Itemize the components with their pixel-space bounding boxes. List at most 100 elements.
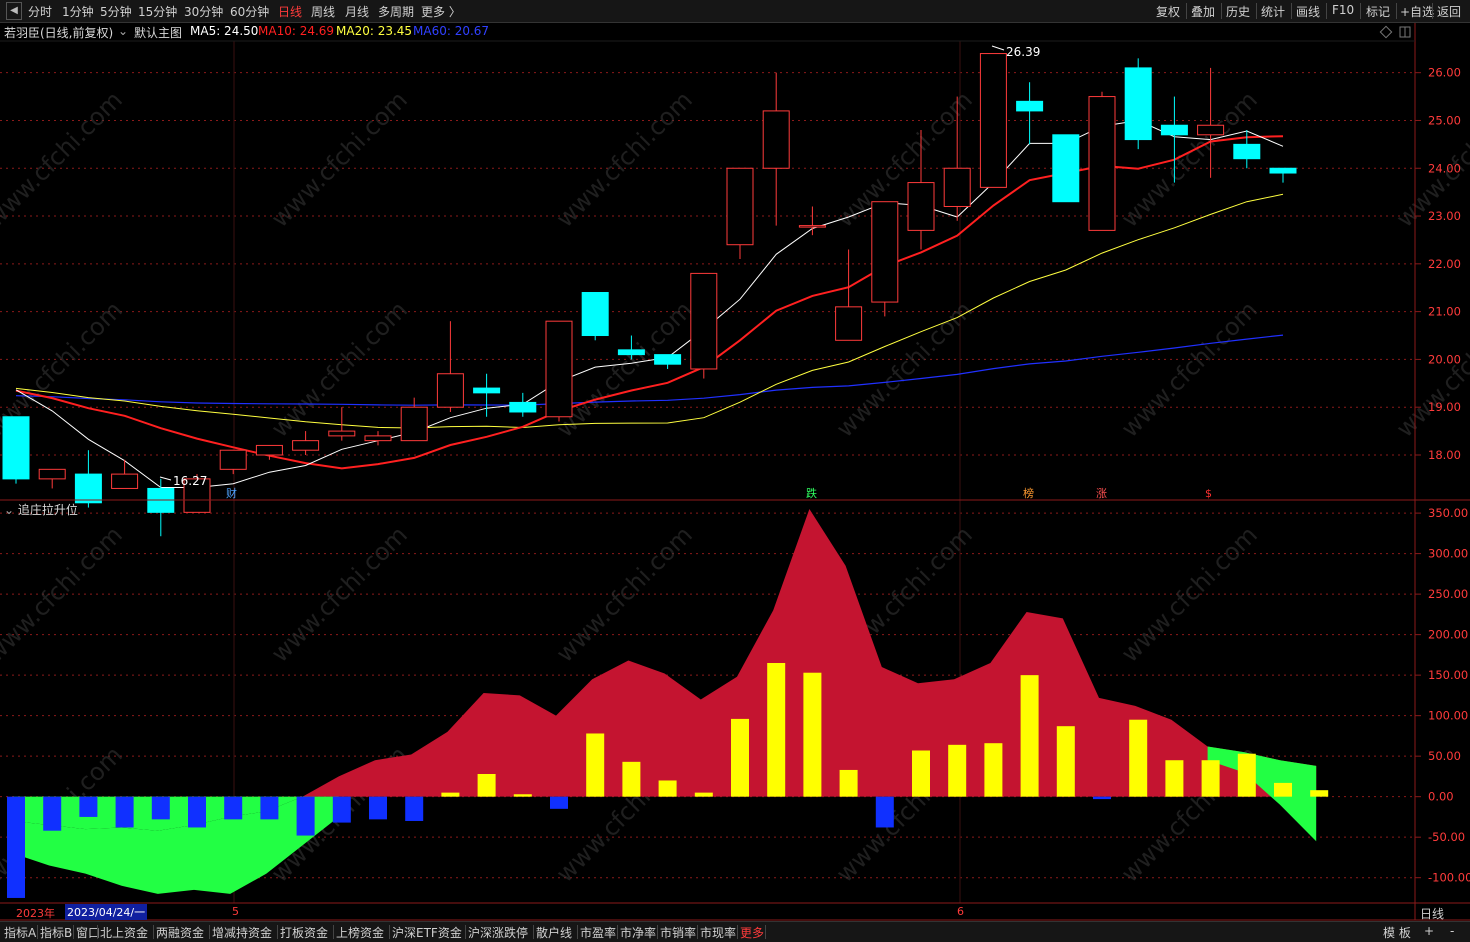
tab-divider	[333, 925, 334, 939]
cursor-date-label: 2023/04/24/一	[65, 904, 148, 920]
indicator-bar	[441, 792, 460, 797]
price-axis-label: 19.00	[1428, 400, 1461, 414]
indicator-bar	[405, 796, 424, 821]
candle-up	[400, 406, 428, 442]
indicator-tab-7[interactable]: 上榜资金	[336, 924, 384, 941]
indicator-tab-13[interactable]: 市销率	[660, 924, 696, 941]
watermark-text: www.cfchi.com	[551, 521, 698, 668]
indicator-axis: 350.00 300.00 250.00 200.00 150.00 100.00 50.0…	[1415, 506, 1470, 885]
indicator-tab-8[interactable]: 沪深ETF资金	[392, 924, 462, 941]
indicator-bar	[694, 792, 713, 797]
price-axis-label: 22.00	[1428, 257, 1461, 271]
zoom-out-button[interactable]: -	[1450, 924, 1454, 938]
indicator-tab-4[interactable]: 两融资金	[156, 924, 204, 941]
indicator-tab-14[interactable]: 市现率	[700, 924, 736, 941]
candle-up	[871, 201, 899, 303]
indicator-bar	[513, 794, 532, 797]
candle-up	[111, 473, 139, 489]
indicator-bar	[658, 780, 677, 797]
indicator-tab-6[interactable]: 打板资金	[280, 924, 328, 941]
template-button[interactable]: 模 板	[1383, 924, 1411, 941]
candle-down	[1233, 143, 1261, 160]
indicator-bar	[1310, 790, 1329, 797]
indicator-bar	[115, 796, 134, 828]
tab-divider	[153, 925, 154, 939]
event-marker-list[interactable]: 榜	[1023, 486, 1034, 500]
watermark-text: www.cfchi.com	[551, 296, 698, 443]
event-marker-rise[interactable]: 涨	[1096, 487, 1107, 500]
zoom-in-button[interactable]: +	[1424, 924, 1434, 938]
month-6-label: 6	[957, 905, 964, 918]
indicator-tab-0[interactable]: 指标A	[4, 924, 36, 941]
indicator-tab-9[interactable]: 沪深涨跌停	[468, 924, 528, 941]
indicator-bar	[803, 672, 822, 797]
candle-up	[690, 272, 718, 370]
candle-down	[1124, 67, 1152, 141]
price-axis-label: 26.00	[1428, 66, 1461, 80]
tab-divider	[465, 925, 466, 939]
indicator-bar	[586, 733, 605, 797]
indicator-tab-12[interactable]: 市净率	[620, 924, 656, 941]
tab-divider	[37, 925, 38, 939]
indicator-tab-bar: 指标A 指标B 窗口 北上资金 两融资金 增减持资金 打板资金 上榜资金 沪深ETF资金 沪深涨跌…	[0, 921, 1470, 942]
indicator-bar	[224, 796, 243, 820]
indicator-bar	[7, 796, 25, 898]
month-5-label: 5	[232, 905, 239, 918]
chevron-down-icon[interactable]: ⌄	[118, 24, 128, 38]
indicator-axis-label: 350.00	[1428, 506, 1468, 520]
indicator-axis-label: 300.00	[1428, 547, 1468, 561]
candle-up	[1197, 124, 1225, 136]
indicator-tab-3[interactable]: 北上资金	[100, 924, 148, 941]
stock-name: 若羽臣(日线,前复权)	[4, 26, 114, 40]
tab-divider	[657, 925, 658, 939]
candle-up	[292, 440, 320, 451]
candle-up	[364, 435, 392, 442]
indicator-bar	[79, 796, 98, 817]
indicator-axis-label: 150.00	[1428, 668, 1468, 682]
indicator-title[interactable]: ⌄ 追庄拉升位	[4, 501, 78, 518]
indicator-bar	[948, 744, 967, 797]
candle-up	[979, 53, 1007, 188]
candle-down	[1052, 134, 1080, 203]
tab-divider	[617, 925, 618, 939]
period-indicator: 日线	[1420, 907, 1445, 921]
candle-up	[1088, 96, 1116, 231]
price-axis-label: 21.00	[1428, 305, 1461, 319]
tab-divider	[765, 925, 766, 939]
candle-up	[255, 444, 283, 456]
tab-divider	[97, 925, 98, 939]
watermark-text: www.cfchi.com	[551, 86, 698, 233]
candle-down	[654, 354, 682, 365]
indicator-tab-15[interactable]: 更多	[740, 924, 764, 941]
indicator-tab-10[interactable]: 散户线	[536, 924, 572, 941]
indicator-bar	[1201, 760, 1220, 797]
chevron-down-icon[interactable]: ⌄	[4, 503, 14, 517]
indicator-bar	[1237, 753, 1256, 797]
indicator-tab-1[interactable]: 指标B	[40, 924, 72, 941]
indicator-bar	[188, 796, 206, 828]
indicator-bar	[767, 662, 786, 797]
indicator-tab-5[interactable]: 增减持资金	[212, 924, 272, 941]
tab-divider	[73, 925, 74, 939]
event-marker-dollar[interactable]: $	[1205, 487, 1212, 500]
price-axis-label: 18.00	[1428, 448, 1461, 462]
indicator-axis-label: 50.00	[1428, 749, 1461, 763]
indicator-axis-label: -50.00	[1428, 830, 1465, 844]
tab-divider	[389, 925, 390, 939]
tab-divider	[277, 925, 278, 939]
event-marker-drop[interactable]: 跌	[806, 486, 817, 500]
indicator-bar	[1165, 760, 1184, 797]
candle-down	[1016, 100, 1044, 112]
event-marker-finance[interactable]: 财	[226, 486, 237, 500]
indicator-tab-11[interactable]: 市盈率	[580, 924, 616, 941]
date-axis: 2023年 2023/04/24/一 5 6	[0, 904, 1415, 920]
main-chart-selector[interactable]: 默认主图	[134, 24, 182, 41]
tab-divider	[209, 925, 210, 939]
kline-chart-area[interactable]: www.cfchi.com www.cfchi.com www.cfchi.com w…	[0, 0, 1470, 941]
indicator-bar	[731, 718, 749, 797]
tab-divider	[577, 925, 578, 939]
price-axis-label: 25.00	[1428, 113, 1461, 127]
price-axis-label: 20.00	[1428, 352, 1461, 366]
low-price-annotation: 16.27	[159, 474, 207, 488]
candle-up	[835, 306, 863, 341]
